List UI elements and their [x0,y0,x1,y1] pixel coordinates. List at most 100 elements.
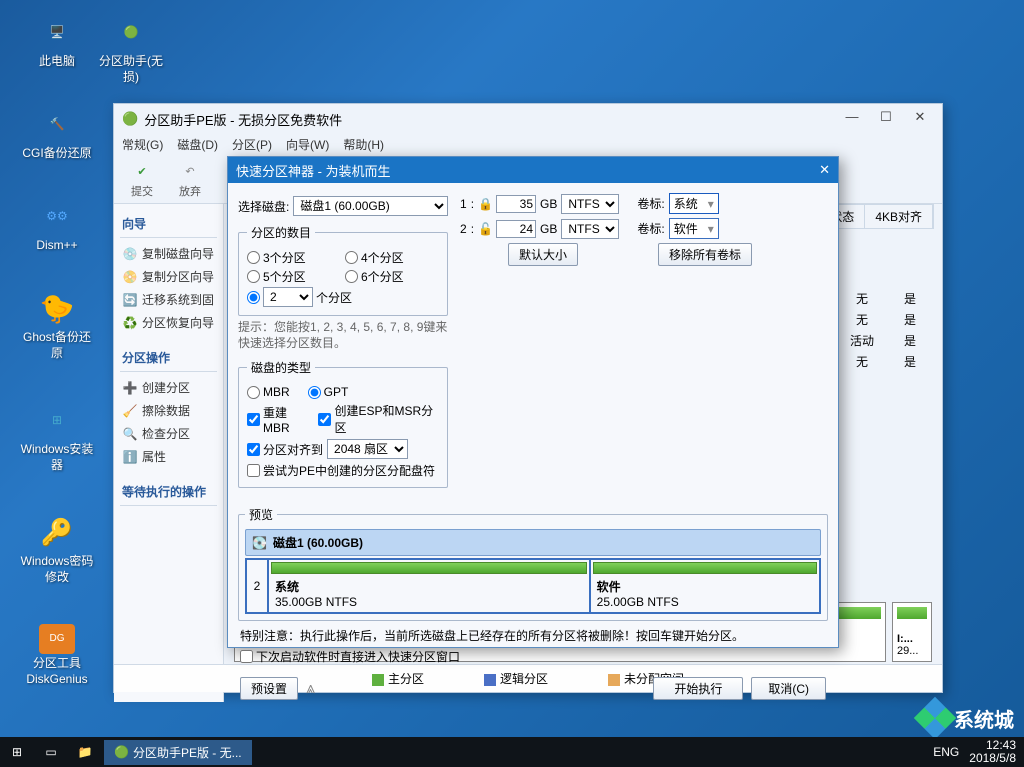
check-esp-msr[interactable]: 创建ESP和MSR分区 [318,402,439,436]
radio-mbr[interactable]: MBR [247,385,290,399]
preset-button[interactable]: 预设置 [240,677,298,700]
menu-help[interactable]: 帮助(H) [343,136,384,153]
windows-icon: ⊞ [37,400,77,440]
search-icon: 🔍 [122,426,138,442]
radio-custom-count[interactable]: 2 个分区 [247,287,439,307]
eraser-icon: 🧹 [122,403,138,419]
table-row[interactable]: 无是 [838,311,934,328]
fs-select-1[interactable]: NTFS [561,194,619,214]
hammer-icon: 🔨 [37,104,77,144]
size-input-2[interactable] [496,220,536,238]
lock-icon[interactable]: 🔒 [478,197,492,211]
default-size-button[interactable]: 默认大小 [508,243,578,266]
grid-rows: 无是 无是 活动是 无是 [838,230,934,374]
check-rebuild-mbr[interactable]: 重建MBR [247,404,310,435]
execute-button[interactable]: 开始执行 [653,677,743,700]
tray-lang[interactable]: ENG [933,745,959,759]
watermark: 系统城 [920,703,1014,733]
size-input-1[interactable] [496,195,536,213]
disk-icon: DG [39,624,75,654]
clear-labels-button[interactable]: 移除所有卷标 [658,243,752,266]
cancel-button[interactable]: 取消(C) [751,677,826,700]
radio-3-partitions[interactable]: 3个分区 [247,249,341,266]
fs-select-2[interactable]: NTFS [561,219,619,239]
desktop-icon-cgi-backup[interactable]: 🔨CGI备份还原 [20,104,94,162]
preview-disk-header: 💽 磁盘1 (60.00GB) [245,529,821,556]
minimize-button[interactable]: — [838,109,866,129]
preview-part-1[interactable]: 系统35.00GB NTFS [269,560,591,612]
menu-wizard[interactable]: 向导(W) [286,136,329,153]
ghost-icon: 🐤 [37,288,77,328]
radio-6-partitions[interactable]: 6个分区 [345,268,439,285]
sidebar: 向导 💿复制磁盘向导 📀复制分区向导 🔄迁移系统到固 ♻️分区恢复向导 分区操作… [114,204,224,702]
sidebar-item-check[interactable]: 🔍检查分区 [120,422,217,445]
preview-part-2[interactable]: 软件25.00GB NTFS [591,560,819,612]
window-title: 分区助手PE版 - 无损分区免费软件 [144,110,342,129]
unlock-icon[interactable]: 🔓 [478,222,492,236]
preview-partitions: 2 系统35.00GB NTFS 软件25.00GB NTFS [245,558,821,614]
label-select-disk: 选择磁盘: [238,198,289,215]
app-logo-icon: 🟢 [122,111,138,127]
volume-label-1[interactable]: 系统▾ [669,193,719,214]
file-explorer-button[interactable]: 📁 [68,745,102,759]
disk-type-label: 磁盘的类型 [247,359,315,376]
undo-icon: ↶ [174,159,206,183]
table-row[interactable]: 无是 [838,353,934,370]
partition-row-1: 1: 🔒 GB NTFS 卷标: 系统▾ [460,193,828,214]
sidebar-item-copy-disk[interactable]: 💿复制磁盘向导 [120,242,217,265]
windows-icon: ⊞ [12,745,22,759]
disk-copy-icon: 💿 [122,246,138,262]
usage-bar [271,562,587,574]
usage-bar [593,562,817,574]
desktop-icon-password-edit[interactable]: 🔑Windows密码修改 [20,512,94,585]
sidebar-item-recover-part[interactable]: ♻️分区恢复向导 [120,311,217,334]
usage-bar [897,607,927,619]
dialog-close-icon[interactable]: ✕ [819,162,830,178]
radio-gpt[interactable]: GPT [308,385,349,399]
table-row[interactable]: 无是 [838,290,934,307]
sidebar-item-create[interactable]: ➕创建分区 [120,376,217,399]
key-icon: 🔑 [37,512,77,552]
app-icon: 🟢 [111,12,151,52]
tool-discard[interactable]: ↶放弃 [170,159,210,199]
align-select[interactable]: 2048 扇区 [327,439,408,459]
check-pe-letter[interactable]: 尝试为PE中创建的分区分配盘符 [247,462,439,479]
col-4kb[interactable]: 4KB对齐 [865,205,933,228]
desktop-icon-ghost-backup[interactable]: 🐤Ghost备份还原 [20,288,94,361]
menu-disk[interactable]: 磁盘(D) [177,136,218,153]
desktop-icon-this-pc[interactable]: 🖥️此电脑 [20,12,94,70]
desktop-icon-windows-installer[interactable]: ⊞Windows安装器 [20,400,94,473]
check-align[interactable]: 分区对齐到 [247,441,323,458]
desktop-icon-partition-assistant[interactable]: 🟢分区助手(无损) [94,12,168,85]
taskbar-app[interactable]: 🟢分区助手PE版 - 无... [104,740,252,765]
warning-text: 特别注意：执行此操作后，当前所选磁盘上已经存在的所有分区将被删除！按回车键开始分… [240,627,826,644]
desktop-icon-diskgenius[interactable]: DG分区工具DiskGenius [20,624,94,687]
tool-commit[interactable]: ✔提交 [122,159,162,199]
maximize-button[interactable]: ☐ [872,109,900,129]
radio-5-partitions[interactable]: 5个分区 [247,268,341,285]
radio-4-partitions[interactable]: 4个分区 [345,249,439,266]
sidebar-item-copy-part[interactable]: 📀复制分区向导 [120,265,217,288]
chevron-icon[interactable]: ⩓ [306,680,315,698]
window-titlebar: 🟢 分区助手PE版 - 无损分区免费软件 — ☐ ✕ [114,104,942,134]
check-next-open[interactable]: 下次启动软件时直接进入快速分区窗口 [240,648,826,665]
task-view-button[interactable]: ▭ [34,745,68,759]
custom-count-select[interactable]: 2 [263,287,313,307]
recover-icon: ♻️ [122,315,138,331]
menu-general[interactable]: 常规(G) [122,136,163,153]
hint-text: 提示：您能按1, 2, 3, 4, 5, 6, 7, 8, 9键来快速选择分区数… [238,320,448,351]
menu-partition[interactable]: 分区(P) [232,136,272,153]
tray-date[interactable]: 2018/5/8 [969,752,1016,765]
start-button[interactable]: ⊞ [0,737,34,767]
taskbar: ⊞ ▭ 📁 🟢分区助手PE版 - 无... ENG 12:43 2018/5/8 [0,737,1024,767]
dialog-title: 快速分区神器 - 为装机而生 [236,161,391,180]
disk-block[interactable]: I:...29... [892,602,932,662]
close-button[interactable]: ✕ [906,109,934,129]
sidebar-item-wipe[interactable]: 🧹擦除数据 [120,399,217,422]
sidebar-item-properties[interactable]: ℹ️属性 [120,445,217,468]
disk-select[interactable]: 磁盘1 (60.00GB) [293,196,448,216]
desktop-icon-dism[interactable]: ⚙⚙Dism++ [20,196,94,254]
sidebar-item-migrate-os[interactable]: 🔄迁移系统到固 [120,288,217,311]
volume-label-2[interactable]: 软件▾ [669,218,719,239]
table-row[interactable]: 活动是 [838,332,934,349]
